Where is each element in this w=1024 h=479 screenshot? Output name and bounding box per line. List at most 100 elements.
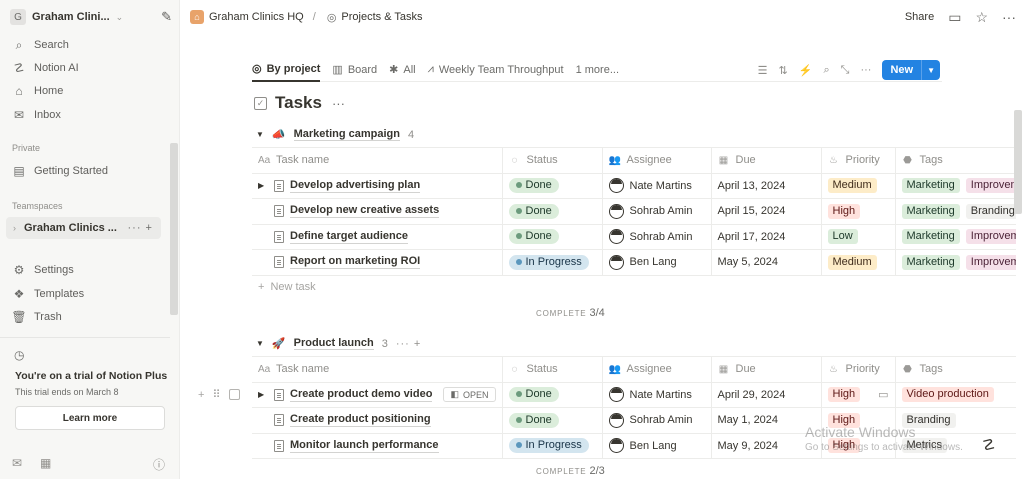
status-badge[interactable]: Done bbox=[508, 178, 559, 194]
new-task-button[interactable]: + New task bbox=[258, 281, 316, 293]
priority-badge[interactable]: High bbox=[827, 203, 861, 219]
search-icon[interactable]: ⌕ bbox=[823, 64, 829, 77]
caret-right-icon[interactable]: ▶ bbox=[258, 390, 268, 399]
column-header-status[interactable]: ◌ Status bbox=[501, 356, 602, 383]
table-row[interactable]: ▶ Create product demo video ◧ OPEN Done Nat… bbox=[252, 382, 1016, 408]
task-name[interactable]: Define target audience bbox=[290, 230, 408, 244]
column-header-tags[interactable]: ⬣ Tags bbox=[894, 147, 1016, 174]
caret-right-icon[interactable]: ▶ bbox=[258, 181, 268, 190]
text-icon: Aa bbox=[258, 363, 271, 375]
tag-badge[interactable]: Marketing bbox=[901, 178, 960, 194]
row-checkbox[interactable] bbox=[228, 389, 240, 400]
sidebar-item-trash[interactable]: 🗑 Trash bbox=[11, 308, 61, 326]
column-header-assignee[interactable]: 👥 Assignee bbox=[601, 147, 711, 174]
status-badge[interactable]: In Progress bbox=[508, 254, 589, 270]
column-header-tags[interactable]: ⬣ Tags bbox=[894, 356, 1016, 383]
more-icon[interactable]: ··· bbox=[332, 96, 345, 111]
sort-icon[interactable]: ⇅ bbox=[779, 64, 788, 77]
priority-badge[interactable]: Low bbox=[827, 229, 858, 245]
sidebar-item-templates[interactable]: ❖ Templates bbox=[12, 285, 85, 303]
tag-badge[interactable]: Video production bbox=[901, 387, 994, 403]
main-scrollbar[interactable] bbox=[1014, 110, 1022, 214]
priority-badge[interactable]: Medium bbox=[827, 254, 877, 270]
table-row[interactable]: Develop new creative assets Done Sohrab … bbox=[252, 198, 1016, 225]
learn-more-button[interactable]: Learn more bbox=[15, 406, 165, 430]
column-header-due[interactable]: ▦ Due bbox=[710, 147, 821, 174]
filter-icon[interactable]: ☰ bbox=[758, 64, 768, 77]
status-badge[interactable]: Done bbox=[508, 412, 559, 428]
status-badge[interactable]: Done bbox=[508, 387, 559, 403]
status-badge[interactable]: Done bbox=[508, 203, 559, 219]
priority-badge[interactable]: Medium bbox=[827, 178, 877, 194]
tag-badge[interactable]: Improvem bbox=[965, 229, 1016, 245]
star-icon[interactable]: ☆ bbox=[975, 9, 988, 26]
new-page-icon[interactable]: ✎ bbox=[161, 9, 172, 25]
tab-weekly-team-throughput[interactable]: ⩘ Weekly Team Throughput bbox=[428, 58, 564, 82]
tab-by-project[interactable]: ◎ By project bbox=[252, 58, 321, 82]
column-header-assignee[interactable]: 👥 Assignee bbox=[601, 356, 711, 383]
breadcrumb-workspace[interactable]: Graham Clinics HQ bbox=[209, 11, 304, 23]
tag-badge[interactable]: Branding bbox=[965, 203, 1016, 219]
chevron-down-icon[interactable]: ▼ bbox=[921, 60, 940, 80]
sidebar-item-search[interactable]: ⌕ Search bbox=[12, 36, 69, 54]
task-name[interactable]: Report on marketing ROI bbox=[290, 255, 421, 270]
column-header-priority[interactable]: ♨ Priority bbox=[820, 147, 895, 174]
tab-more[interactable]: 1 more... bbox=[576, 58, 619, 82]
row-handle[interactable]: + ⠿ bbox=[198, 388, 240, 401]
column-header-task[interactable]: Aa Task name bbox=[252, 147, 502, 174]
more-plus-icons[interactable]: ··· + bbox=[128, 222, 153, 234]
drag-handle-icon[interactable]: ⠿ bbox=[212, 388, 220, 401]
tag-badge[interactable]: Marketing bbox=[901, 229, 960, 245]
priority-badge[interactable]: High bbox=[827, 387, 861, 403]
tab-all[interactable]: ✱ All bbox=[389, 58, 415, 82]
caret-down-icon[interactable]: ▼ bbox=[256, 130, 264, 139]
sidebar-item-notion-ai[interactable]: ☡ Notion AI bbox=[12, 59, 79, 77]
notion-ai-icon[interactable]: ☡ bbox=[982, 436, 995, 454]
breadcrumb-page[interactable]: Projects & Tasks bbox=[341, 11, 422, 23]
tag-badge[interactable]: Improvem bbox=[965, 254, 1016, 270]
open-button[interactable]: ◧ OPEN bbox=[443, 387, 496, 403]
sidebar-item-getting-started[interactable]: ▤ Getting Started bbox=[12, 162, 108, 180]
status-badge[interactable]: In Progress bbox=[508, 438, 589, 454]
sidebar-item-inbox[interactable]: ✉ Inbox bbox=[12, 106, 61, 124]
column-header-status[interactable]: ◌ Status bbox=[501, 147, 602, 174]
task-name[interactable]: Develop advertising plan bbox=[290, 179, 421, 193]
add-row-icon[interactable]: + bbox=[198, 389, 204, 401]
workspace-switcher[interactable]: G Graham Clini... ⌄ ✎ bbox=[10, 8, 172, 26]
more-icon[interactable]: ··· bbox=[860, 64, 871, 76]
tag-badge[interactable]: Marketing bbox=[901, 254, 960, 270]
group-header[interactable]: ▼ 🚀 Product launch 3 ··· + bbox=[256, 337, 421, 350]
mail-icon[interactable]: ✉ bbox=[12, 456, 22, 470]
comment-icon[interactable]: ▭ bbox=[878, 388, 888, 401]
sidebar-scrollbar[interactable] bbox=[170, 143, 178, 315]
comment-icon[interactable]: ▭ bbox=[948, 9, 961, 26]
table-row[interactable]: Define target audience Done Sohrab Amin … bbox=[252, 224, 1016, 250]
column-header-priority[interactable]: ♨ Priority bbox=[820, 356, 895, 383]
calendar-icon[interactable]: ▦ bbox=[40, 456, 51, 470]
help-icon[interactable]: ⓘ bbox=[153, 456, 165, 473]
table-row[interactable]: ▶ Develop advertising plan Done Nate Mart… bbox=[252, 173, 1016, 199]
column-header-due[interactable]: ▦ Due bbox=[710, 356, 821, 383]
status-badge[interactable]: Done bbox=[508, 229, 559, 245]
automation-icon[interactable]: ⚡ bbox=[799, 64, 813, 77]
task-name[interactable]: Create product positioning bbox=[290, 413, 431, 428]
sidebar-item-home[interactable]: ⌂ Home bbox=[12, 82, 63, 100]
column-header-task[interactable]: Aa Task name bbox=[252, 356, 502, 383]
sidebar-item-teamspace[interactable]: › Graham Clinics ... ··· + bbox=[6, 217, 161, 239]
table-row[interactable]: Report on marketing ROI In Progress Ben … bbox=[252, 249, 1016, 276]
caret-down-icon[interactable]: ▼ bbox=[256, 339, 264, 348]
sidebar-item-settings[interactable]: ⚙ Settings bbox=[12, 261, 74, 279]
chevron-right-icon[interactable]: › bbox=[13, 223, 16, 233]
new-button[interactable]: New ▼ bbox=[882, 60, 940, 80]
more-icon[interactable]: ··· bbox=[1002, 9, 1016, 25]
task-name[interactable]: Create product demo video bbox=[290, 388, 433, 402]
expand-icon[interactable]: ⤡ bbox=[841, 64, 850, 77]
tag-badge[interactable]: Marketing bbox=[901, 203, 960, 219]
tag-badge[interactable]: Improvem bbox=[965, 178, 1016, 194]
more-plus-icons[interactable]: ··· + bbox=[396, 338, 421, 350]
task-name[interactable]: Develop new creative assets bbox=[290, 204, 440, 219]
share-button[interactable]: Share bbox=[905, 11, 934, 23]
group-header[interactable]: ▼ 📣 Marketing campaign 4 bbox=[256, 128, 414, 141]
task-name[interactable]: Monitor launch performance bbox=[290, 439, 439, 453]
tab-board[interactable]: ▥ Board bbox=[332, 58, 377, 82]
